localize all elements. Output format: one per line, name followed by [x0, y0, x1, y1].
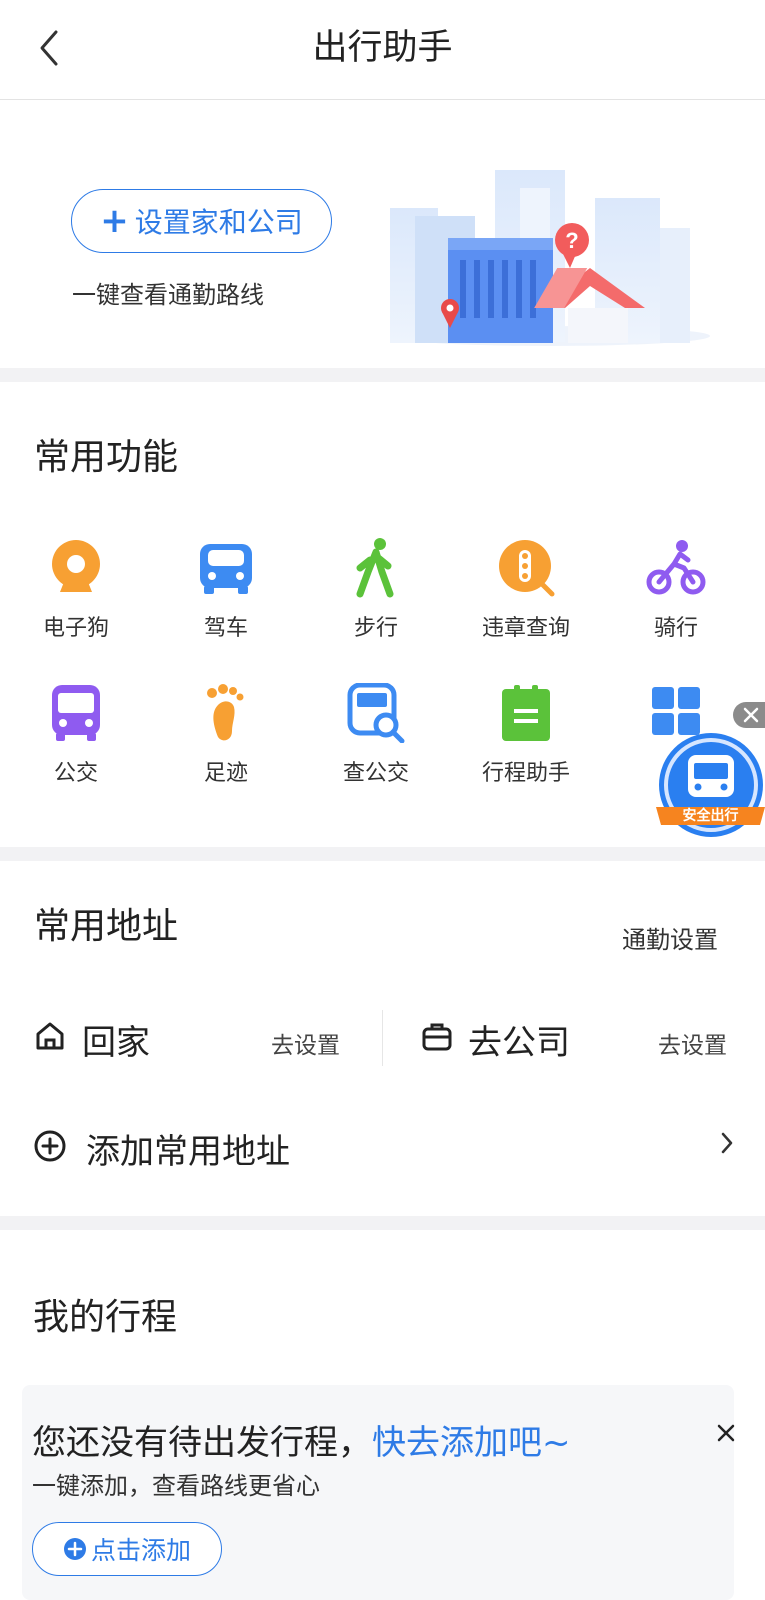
bus-search-icon [347, 683, 405, 743]
home-icon [36, 1022, 64, 1050]
itinerary-icon [502, 685, 550, 741]
function-label: 电子狗 [42, 616, 109, 641]
svg-text:?: ? [565, 228, 578, 253]
function-cycling[interactable]: 骑行 [616, 538, 736, 642]
function-label: 步行 [353, 616, 398, 641]
function-radar[interactable]: 电子狗 [16, 538, 136, 642]
function-label: 骑行 [653, 616, 698, 641]
function-label: 公交 [53, 761, 98, 786]
function-label: 驾车 [203, 616, 248, 641]
function-footprint[interactable]: 足迹 [166, 683, 286, 787]
add-trip-label: 点击添加 [90, 1536, 191, 1565]
trips-title: 我的行程 [33, 1297, 178, 1338]
traffic-light-icon [499, 540, 555, 597]
function-label: 违章查询 [481, 616, 570, 641]
function-label: 足迹 [203, 761, 248, 786]
function-walk[interactable]: 步行 [316, 538, 436, 642]
trip-subtitle: 一键添加，查看路线更省心 [32, 1472, 320, 1500]
float-close-button[interactable] [733, 702, 765, 728]
radar-camera-icon [52, 540, 100, 592]
home-setup-link[interactable]: 去设置 [271, 1026, 340, 1060]
plus-circle-icon [63, 1538, 86, 1560]
set-home-work-label: 设置家和公司 [134, 206, 303, 239]
commute-settings-link[interactable]: 通勤设置 [622, 920, 718, 955]
addresses-title: 常用地址 [34, 906, 179, 947]
trip-add-link[interactable]: 快去添加吧~ [372, 1423, 571, 1463]
add-circle-icon [34, 1130, 66, 1162]
plus-icon: + [100, 201, 129, 241]
function-bus[interactable]: 公交 [16, 683, 136, 787]
city-illustration: ? [390, 170, 710, 346]
function-violation[interactable]: 违章查询 [466, 538, 586, 642]
function-label: 查公交 [342, 761, 409, 786]
walk-icon [356, 538, 394, 598]
add-trip-button[interactable]: 点击添加 [32, 1522, 222, 1576]
chevron-left-icon[interactable] [34, 26, 70, 70]
car-icon [200, 544, 252, 594]
function-drive[interactable]: 驾车 [166, 538, 286, 642]
safe-travel-badge[interactable]: 安全出行 [656, 733, 765, 841]
work-setup-link[interactable]: 去设置 [658, 1026, 727, 1060]
chevron-right-icon [721, 1132, 733, 1154]
work-label[interactable]: 去公司 [468, 1015, 570, 1064]
trip-empty-text: 您还没有待出发行程， [32, 1423, 372, 1463]
safe-travel-label: 安全出行 [682, 808, 739, 824]
function-bus-search[interactable]: 查公交 [316, 683, 436, 787]
close-icon [743, 707, 759, 723]
close-icon[interactable] [713, 1420, 739, 1446]
briefcase-icon [422, 1023, 452, 1051]
bicycle-icon [646, 540, 706, 595]
divider [382, 1010, 383, 1066]
function-itinerary[interactable]: 行程助手 [466, 683, 586, 787]
functions-title: 常用功能 [34, 437, 179, 478]
set-home-work-button[interactable]: + 设置家和公司 [71, 189, 332, 253]
home-label[interactable]: 回家 [82, 1015, 150, 1064]
function-label: 行程助手 [481, 761, 570, 786]
add-address-label: 添加常用地址 [86, 1132, 290, 1172]
trip-empty-message: 您还没有待出发行程，快去添加吧~ [32, 1415, 571, 1464]
footprint-icon [207, 684, 244, 741]
banner-subtitle: 一键查看通勤路线 [72, 281, 264, 309]
page-title: 出行助手 [312, 28, 453, 68]
bus-icon [52, 685, 100, 741]
